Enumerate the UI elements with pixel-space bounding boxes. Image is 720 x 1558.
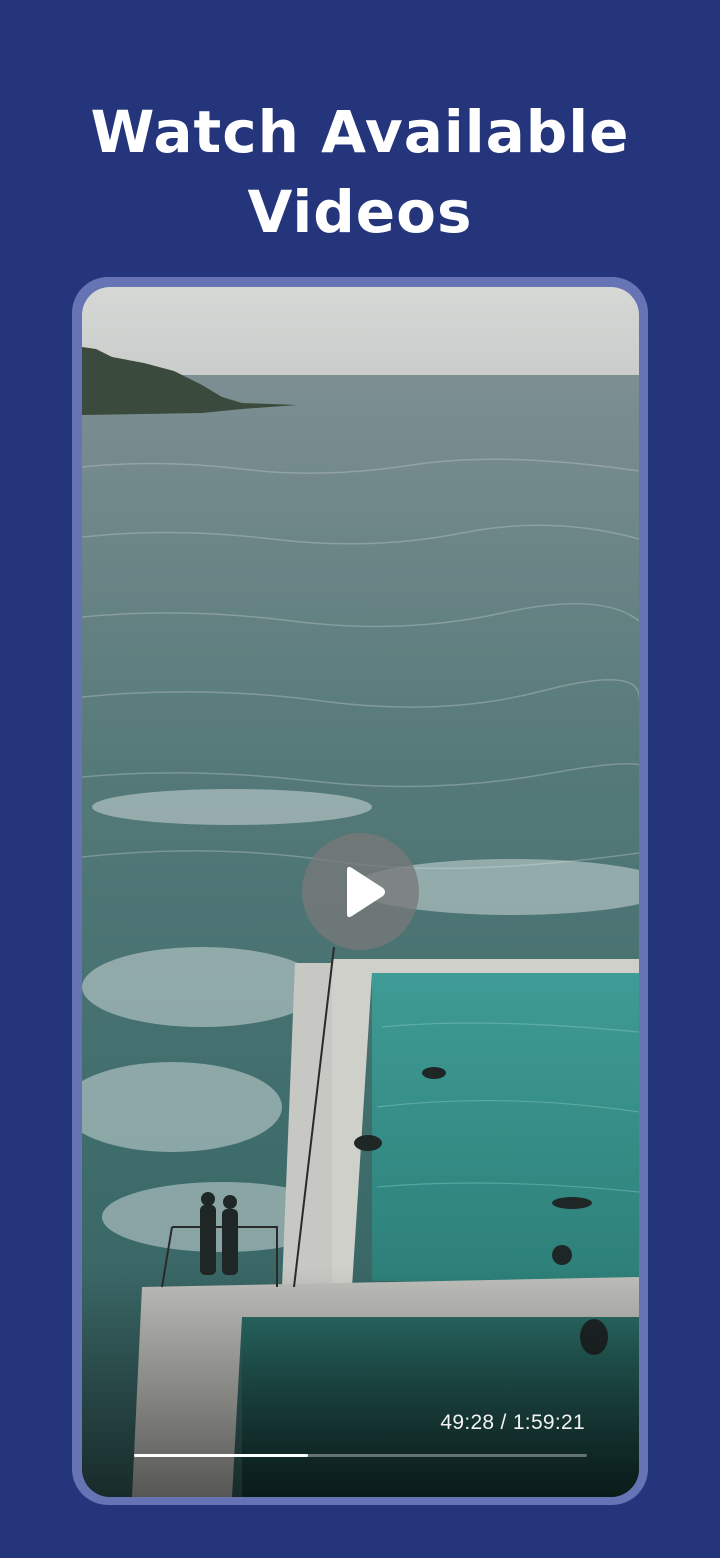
play-button[interactable] <box>302 833 419 950</box>
progress-bar[interactable] <box>134 1454 587 1457</box>
headline-line-1: Watch Available <box>90 98 630 166</box>
progress-fill <box>134 1454 308 1457</box>
video-player[interactable]: 49:28 / 1:59:21 <box>82 287 639 1497</box>
headline: Watch Available Videos <box>0 92 720 252</box>
current-time: 49:28 <box>440 1411 495 1434</box>
time-separator: / <box>494 1411 513 1434</box>
duration: 1:59:21 <box>512 1411 585 1434</box>
play-icon <box>347 866 385 918</box>
time-readout: 49:28 / 1:59:21 <box>440 1411 585 1435</box>
headline-line-2: Videos <box>247 178 473 246</box>
